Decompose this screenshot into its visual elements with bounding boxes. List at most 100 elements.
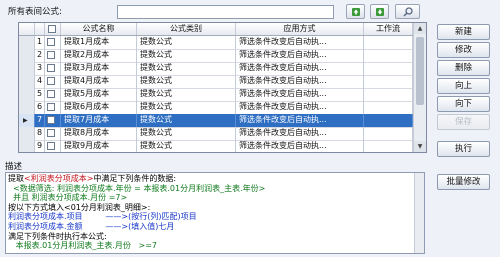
- row-indicator: [19, 140, 35, 152]
- apply-mode: 筛选条件改变后自动执...: [236, 114, 364, 127]
- formula-name: 提取4月成本: [61, 75, 137, 88]
- header-check[interactable]: [45, 23, 61, 35]
- row-number: 8: [35, 127, 45, 140]
- scroll-down-icon[interactable]: ▼: [414, 141, 426, 152]
- down-button[interactable]: 向下: [437, 96, 490, 112]
- workflow: [364, 114, 413, 127]
- row-checkbox[interactable]: [47, 103, 55, 111]
- row-indicator: [19, 75, 35, 88]
- new-button[interactable]: 新建: [437, 24, 490, 40]
- header-name[interactable]: 公式名称: [61, 23, 137, 35]
- description-line: 本报表.01分月利润表_主表.月份 >=7: [8, 241, 422, 251]
- row-check-cell[interactable]: [45, 36, 61, 49]
- row-check-cell[interactable]: [45, 88, 61, 101]
- up-button[interactable]: 向上: [437, 78, 490, 94]
- description-scrollbar[interactable]: [414, 173, 424, 253]
- workflow: [364, 101, 413, 114]
- row-check-cell[interactable]: [45, 62, 61, 75]
- row-check-cell[interactable]: [45, 49, 61, 62]
- row-number: 4: [35, 75, 45, 88]
- description-segment: 按以下方式填入<01分月利润表_明细>:: [8, 202, 151, 212]
- row-checkbox[interactable]: [47, 116, 55, 124]
- table-row[interactable]: 4 提取4月成本 提数公式 筛选条件改变后自动执...: [19, 75, 413, 89]
- scroll-up-icon[interactable]: ▲: [414, 23, 426, 34]
- table-row[interactable]: 6 提取6月成本 提数公式 筛选条件改变后自动执...: [19, 101, 413, 115]
- formula-name: 提取1月成本: [61, 36, 137, 49]
- table-row[interactable]: 9 提取9月成本 提数公式 筛选条件改变后自动执...: [19, 140, 413, 152]
- description-segment: 利润表分项成本.金额 ——>(填入值)七月: [8, 221, 175, 231]
- description-box[interactable]: 提取<利润表分项成本>中满足下列条件的数据: <数据筛选: 利润表分项成本.年份…: [5, 172, 425, 254]
- table-row[interactable]: 2 提取2月成本 提数公式 筛选条件改变后自动执...: [19, 49, 413, 63]
- table-row[interactable]: ▶ 7 提取7月成本 提数公式 筛选条件改变后自动执...: [19, 114, 413, 128]
- formula-dialog: 所有表间公式: 公式名称 公式类别 应用方式 工作流 1 提取1月成本 提数公式筛: [0, 0, 500, 257]
- edit-button[interactable]: 修改: [437, 42, 490, 58]
- apply-mode: 筛选条件改变后自动执...: [236, 140, 364, 152]
- formula-type: 提数公式: [137, 36, 236, 49]
- table-row[interactable]: 1 提取1月成本 提数公式 筛选条件改变后自动执...: [19, 36, 413, 50]
- apply-mode: 筛选条件改变后自动执...: [236, 88, 364, 101]
- description-line: 按以下方式填入<01分月利润表_明细>:: [8, 203, 422, 213]
- description-segment: 中满足下列条件的数据:: [93, 174, 177, 183]
- description-segment: 满足下列条件时执行本公式:: [8, 231, 107, 241]
- execute-button[interactable]: 执行: [437, 141, 490, 157]
- batch-edit-button[interactable]: 批量修改: [437, 174, 490, 190]
- description-segment: <数据筛选: 利润表分项成本.年份 = 本报表.01分月利润表_主表.年份>: [8, 183, 266, 193]
- workflow: [364, 127, 413, 140]
- workflow: [364, 49, 413, 62]
- row-check-cell[interactable]: [45, 75, 61, 88]
- row-indicator: ▶: [19, 114, 35, 127]
- row-check-cell[interactable]: [45, 127, 61, 140]
- formula-type: 提数公式: [137, 49, 236, 62]
- row-check-cell[interactable]: [45, 114, 61, 127]
- row-checkbox[interactable]: [47, 64, 55, 72]
- table-row[interactable]: 5 提取5月成本 提数公式 筛选条件改变后自动执...: [19, 88, 413, 102]
- row-number: 6: [35, 101, 45, 114]
- search-button[interactable]: [395, 4, 420, 19]
- formula-type: 提数公式: [137, 127, 236, 140]
- header-indicator: [19, 23, 35, 35]
- current-row-icon: ▶: [23, 117, 28, 124]
- select-all-checkbox[interactable]: [48, 25, 56, 33]
- apply-mode: 筛选条件改变后自动执...: [236, 36, 364, 49]
- row-check-cell[interactable]: [45, 140, 61, 152]
- workflow: [364, 62, 413, 75]
- row-number: 2: [35, 49, 45, 62]
- formula-type: 提数公式: [137, 114, 236, 127]
- formula-name: 提取2月成本: [61, 49, 137, 62]
- all-formulas-label: 所有表间公式:: [8, 7, 62, 17]
- move-down-button[interactable]: [370, 4, 389, 19]
- description-line: 并且 利润表分项成本.月份 =7>: [8, 193, 422, 203]
- row-indicator: [19, 36, 35, 49]
- row-checkbox[interactable]: [47, 77, 55, 85]
- table-row[interactable]: 8 提取8月成本 提数公式 筛选条件改变后自动执...: [19, 127, 413, 141]
- header-type[interactable]: 公式类别: [137, 23, 236, 35]
- formula-type: 提数公式: [137, 140, 236, 152]
- row-number: 7: [35, 114, 45, 127]
- description-segment: 并且 利润表分项成本.月份 =7>: [8, 193, 128, 203]
- description-line: 利润表分项成本.项目 ——>(按行(列)匹配)项目: [8, 212, 422, 222]
- row-checkbox[interactable]: [47, 90, 55, 98]
- grid-scrollbar[interactable]: ▲ ▼: [413, 23, 426, 152]
- save-button[interactable]: 保存: [437, 114, 490, 130]
- formula-name: 提取3月成本: [61, 62, 137, 75]
- search-input[interactable]: [117, 5, 334, 19]
- workflow: [364, 36, 413, 49]
- arrow-up-icon: [351, 7, 360, 16]
- move-up-button[interactable]: [346, 4, 365, 19]
- row-checkbox[interactable]: [47, 51, 55, 59]
- delete-button[interactable]: 删除: [437, 60, 490, 76]
- header-apply[interactable]: 应用方式: [236, 23, 364, 35]
- row-checkbox[interactable]: [47, 129, 55, 137]
- apply-mode: 筛选条件改变后自动执...: [236, 127, 364, 140]
- search-icon: [402, 6, 413, 17]
- row-check-cell[interactable]: [45, 101, 61, 114]
- header-workflow[interactable]: 工作流: [364, 23, 413, 35]
- formula-type: 提数公式: [137, 62, 236, 75]
- workflow: [364, 140, 413, 152]
- scroll-thumb[interactable]: [416, 37, 424, 105]
- row-checkbox[interactable]: [47, 142, 55, 150]
- row-checkbox[interactable]: [47, 38, 55, 46]
- formula-type: 提数公式: [137, 75, 236, 88]
- description-label: 描述: [5, 162, 23, 172]
- table-row[interactable]: 3 提取3月成本 提数公式 筛选条件改变后自动执...: [19, 62, 413, 76]
